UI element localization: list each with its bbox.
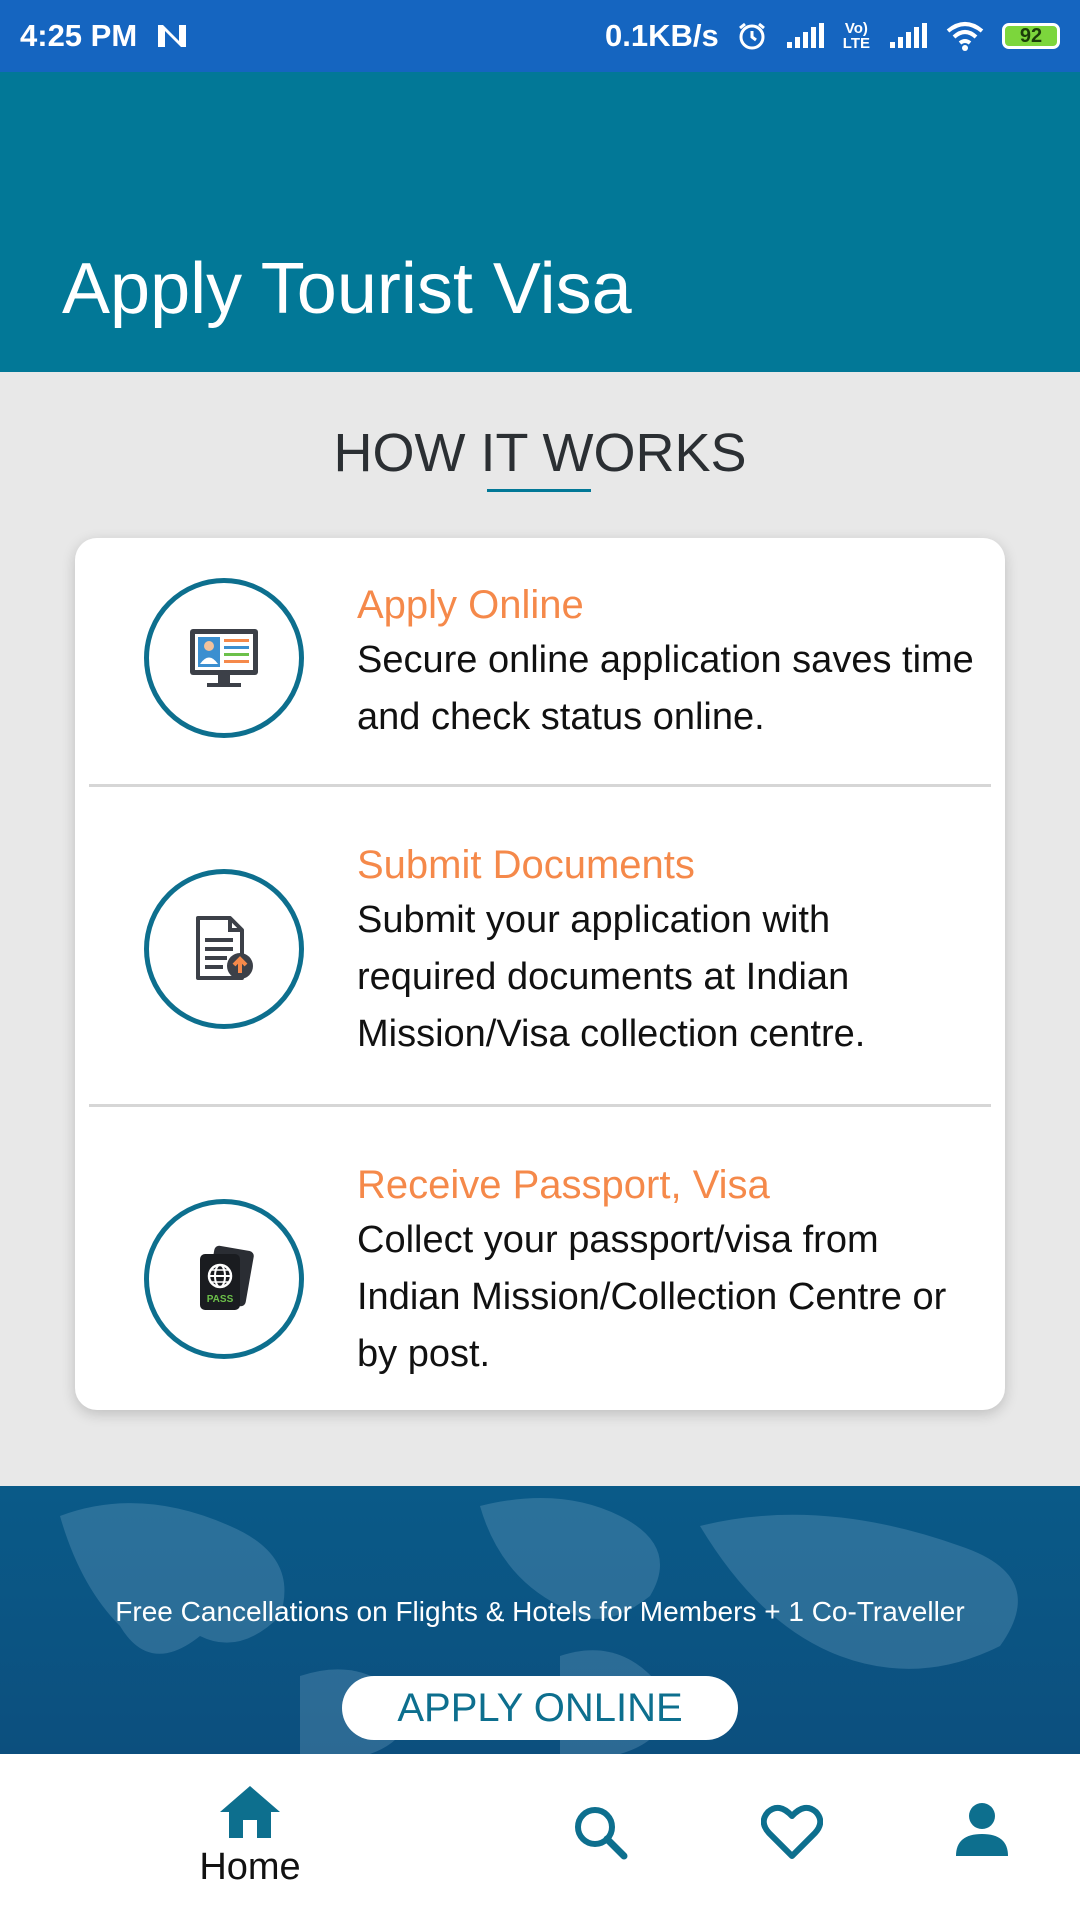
network-speed: 0.1KB/s: [605, 18, 719, 53]
status-left: 4:25 PM: [20, 18, 189, 54]
wifi-icon: [946, 22, 984, 51]
how-it-works-title: HOW IT WORKS: [333, 423, 747, 483]
n-notification-icon: [158, 25, 187, 47]
online-application-icon: [144, 578, 304, 738]
promo-banner: Free Cancellations on Flights & Hotels f…: [0, 1486, 1080, 1754]
steps-card: Apply Online Secure online application s…: [75, 538, 1005, 1410]
step-description: Submit your application with required do…: [357, 899, 866, 1055]
page-title: Apply Tourist Visa: [62, 249, 632, 329]
apply-online-button[interactable]: APPLY ONLINE: [342, 1676, 738, 1740]
nav-item-home[interactable]: Home: [190, 1784, 310, 1889]
passport-label: PASS: [207, 1294, 234, 1305]
step-submit-documents: Submit Documents Submit your application…: [75, 786, 1005, 1104]
person-icon: [956, 1803, 1008, 1856]
step-title: Apply Online: [357, 583, 584, 627]
document-upload-icon: [144, 869, 304, 1029]
step-description: Secure online application saves time and…: [357, 639, 974, 738]
home-icon: [220, 1786, 280, 1838]
banner-text: Free Cancellations on Flights & Hotels f…: [115, 1596, 965, 1627]
battery-icon: 92: [1002, 23, 1060, 49]
nav-item-profile[interactable]: [942, 1802, 1022, 1856]
step-description: Collect your passport/visa from Indian M…: [357, 1219, 947, 1375]
step-text: Apply Online Secure online application s…: [357, 578, 977, 746]
bottom-nav: Home: [0, 1754, 1080, 1920]
status-bar: 4:25 PM 0.1KB/s Vo) LTE 92: [0, 0, 1080, 72]
status-time: 4:25 PM: [20, 18, 138, 53]
step-title: Receive Passport, Visa: [357, 1163, 770, 1207]
search-icon: [575, 1807, 628, 1860]
signal-icon: [786, 23, 824, 48]
app-header: Apply Tourist Visa: [0, 72, 1080, 372]
signal-icon: [890, 23, 927, 48]
step-text: Submit Documents Submit your application…: [357, 838, 977, 1063]
step-title: Submit Documents: [357, 843, 695, 887]
status-right: 0.1KB/s Vo) LTE 92: [605, 18, 1060, 54]
nav-item-label: Home: [199, 1846, 301, 1888]
passport-icon: PASS: [144, 1199, 304, 1359]
step-receive-passport: PASS Receive Passport, Visa Collect your…: [75, 1106, 1005, 1410]
nav-item-favorites[interactable]: [752, 1804, 832, 1860]
step-text: Receive Passport, Visa Collect your pass…: [357, 1158, 977, 1383]
nav-item-search[interactable]: [560, 1804, 640, 1860]
title-underline: [487, 489, 591, 492]
heart-icon: [761, 1804, 823, 1859]
volte-icon: Vo) LTE: [842, 20, 870, 52]
alarm-icon: [738, 22, 765, 50]
step-apply-online: Apply Online Secure online application s…: [75, 538, 1005, 784]
